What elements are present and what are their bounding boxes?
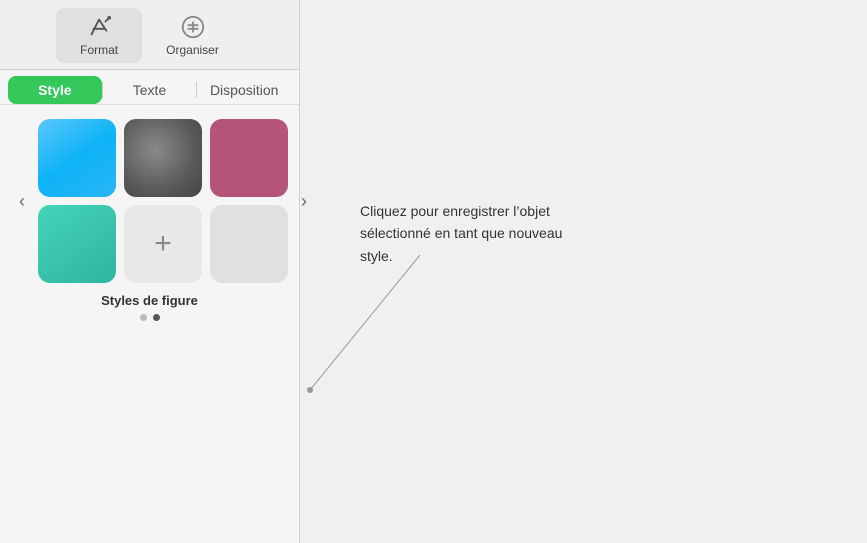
tabs-bar: Style Texte Disposition — [0, 70, 299, 105]
callout-area: Cliquez pour enregistrer l’objet sélecti… — [300, 0, 867, 543]
organiser-button[interactable]: Organiser — [142, 8, 243, 63]
swatch-teal[interactable] — [38, 205, 116, 283]
organiser-label: Organiser — [166, 43, 219, 57]
dot-1 — [140, 314, 147, 321]
tab-texte[interactable]: Texte — [103, 76, 197, 104]
format-label: Format — [80, 43, 118, 57]
style-grid: + — [38, 119, 288, 283]
tab-style[interactable]: Style — [8, 76, 102, 104]
pagination-dots — [10, 314, 289, 321]
style-grid-wrapper: ‹ + › — [10, 119, 289, 283]
format-panel: Format Organiser Style Texte Disposition — [0, 0, 300, 543]
styles-section: ‹ + › Styles de figure — [0, 105, 299, 543]
format-button[interactable]: Format — [56, 8, 142, 63]
prev-arrow[interactable]: ‹ — [10, 189, 34, 213]
organiser-icon — [180, 14, 206, 40]
callout-text-box: Cliquez pour enregistrer l’objet sélecti… — [360, 200, 580, 267]
callout-line-svg — [300, 0, 867, 543]
add-icon: + — [154, 227, 172, 261]
section-label: Styles de figure — [10, 293, 289, 308]
format-icon — [86, 14, 112, 40]
swatch-empty[interactable] — [210, 205, 288, 283]
swatch-gray[interactable] — [124, 119, 202, 197]
swatch-blue[interactable] — [38, 119, 116, 197]
tab-disposition[interactable]: Disposition — [197, 76, 291, 104]
toolbar: Format Organiser — [0, 0, 299, 70]
swatch-pink[interactable] — [210, 119, 288, 197]
swatch-add[interactable]: + — [124, 205, 202, 283]
callout-text: Cliquez pour enregistrer l’objet sélecti… — [360, 203, 562, 264]
dot-2 — [153, 314, 160, 321]
